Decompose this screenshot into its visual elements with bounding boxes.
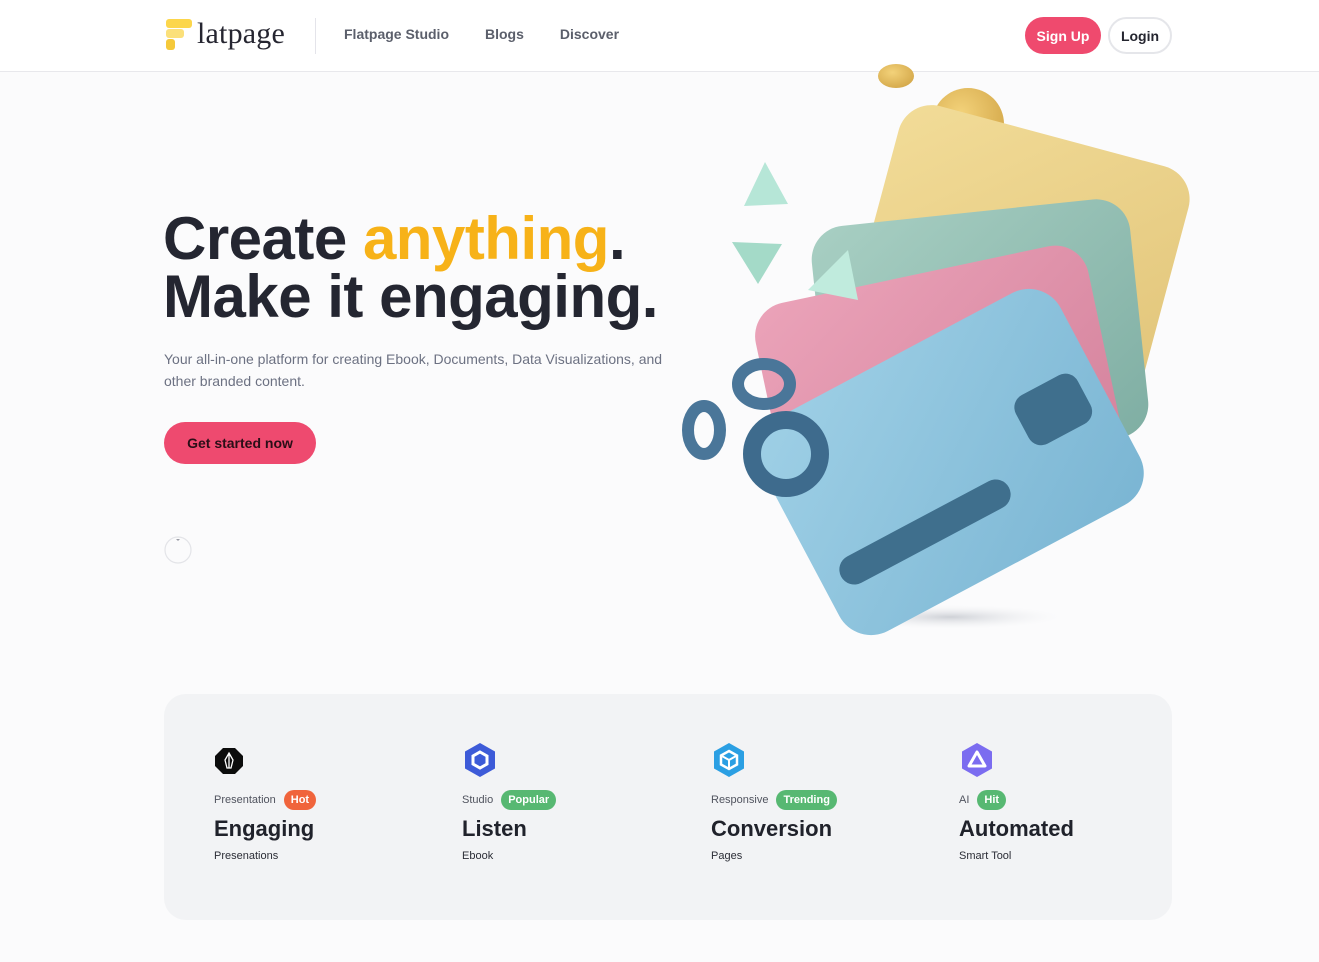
feature-title: Listen (462, 816, 527, 841)
cube-icon (711, 742, 747, 778)
feature-card[interactable]: AI Hit Automated Smart Tool (959, 742, 1179, 862)
nav-divider (315, 18, 316, 54)
get-started-button[interactable]: Get started now (164, 422, 316, 464)
flatpage-logo[interactable]: latpage (164, 16, 285, 52)
hero-title: Create anything. Make it engaging. (163, 209, 658, 327)
feature-title: Conversion (711, 816, 833, 841)
hero-title-line2: Make it engaging. (163, 263, 658, 330)
feature-title: Engaging (214, 816, 315, 841)
feature-description: Presenations (214, 850, 279, 862)
loading-spinner-icon (164, 536, 192, 564)
hero-subtitle: Your all-in-one platform for creating Eb… (164, 351, 663, 389)
main-nav: Flatpage Studio Blogs Discover (344, 26, 619, 42)
triangle-icon (959, 742, 995, 778)
logo-text: latpage (197, 17, 286, 50)
sign-up-button[interactable]: Sign Up (1025, 17, 1101, 54)
hero-title-accent: anything (362, 205, 610, 272)
feature-card[interactable]: Presentation Hot Engaging Presenations (214, 742, 434, 862)
hero-cards-illustration (670, 62, 1190, 642)
flatpage-logo-icon (164, 17, 194, 51)
nav-link-blogs[interactable]: Blogs (485, 26, 524, 42)
feature-badge: Hit (977, 790, 1007, 810)
feature-description: Smart Tool (959, 850, 1012, 862)
features-panel: Presentation Hot Engaging Presenations S… (164, 694, 1172, 920)
feature-badge: Hot (283, 790, 317, 810)
eos-icon (214, 742, 250, 778)
feature-category: Presentation (214, 794, 276, 806)
nav-link-discover[interactable]: Discover (560, 26, 619, 42)
feature-description: Ebook (462, 850, 494, 862)
feature-card[interactable]: Studio Popular Listen Ebook (462, 742, 682, 862)
chainlink-icon (462, 742, 498, 778)
hero-title-part2: . (608, 205, 626, 272)
feature-category: Responsive (711, 794, 769, 806)
feature-badge: Popular (501, 790, 557, 810)
feature-title: Automated (959, 816, 1074, 841)
feature-badge: Trending (776, 790, 837, 810)
feature-description: Pages (711, 850, 743, 862)
feature-category: AI (959, 794, 970, 806)
feature-card[interactable]: Responsive Trending Conversion Pages (711, 742, 931, 862)
nav-link-flatpage-studio[interactable]: Flatpage Studio (344, 26, 449, 42)
feature-category: Studio (462, 794, 494, 806)
login-button[interactable]: Login (1108, 17, 1172, 54)
hero-title-part1: Create (163, 205, 363, 272)
